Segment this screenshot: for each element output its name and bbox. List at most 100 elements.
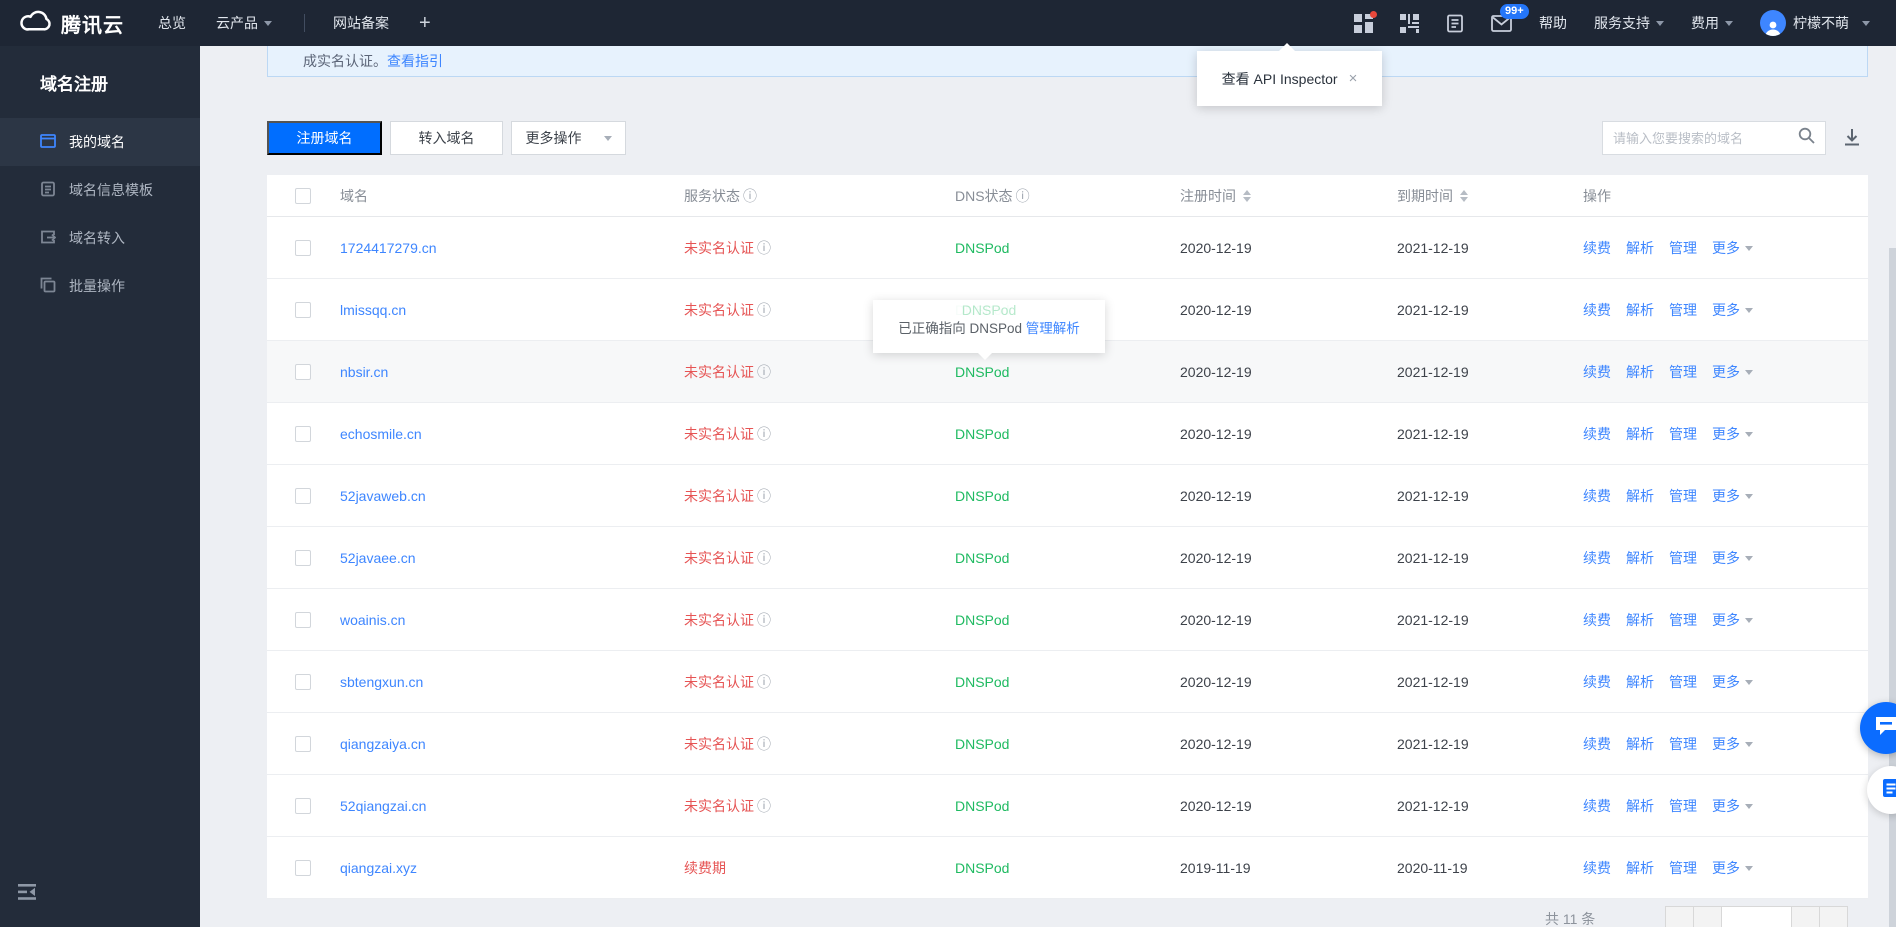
resolve-link[interactable]: 解析 — [1626, 238, 1654, 258]
document-icon[interactable] — [1446, 14, 1464, 33]
row-checkbox[interactable] — [295, 611, 311, 628]
qr-code-icon[interactable] — [1400, 13, 1419, 33]
info-icon[interactable]: ⓘ — [757, 362, 771, 382]
row-checkbox[interactable] — [295, 673, 311, 690]
more-dropdown[interactable]: 更多 — [1712, 362, 1753, 382]
col-expires[interactable]: 到期时间 — [1397, 175, 1468, 216]
more-dropdown[interactable]: 更多 — [1712, 238, 1753, 258]
info-icon[interactable]: ⓘ — [743, 186, 757, 206]
more-dropdown[interactable]: 更多 — [1712, 858, 1753, 878]
register-domain-button[interactable]: 注册域名 — [267, 121, 382, 155]
manage-link[interactable]: 管理 — [1669, 424, 1697, 444]
domain-link[interactable]: sbtengxun.cn — [340, 674, 423, 690]
nav-overview[interactable]: 总览 — [158, 13, 186, 33]
manage-link[interactable]: 管理 — [1669, 238, 1697, 258]
row-checkbox[interactable] — [295, 549, 311, 566]
domain-link[interactable]: 1724417279.cn — [340, 240, 437, 256]
domain-link[interactable]: nbsir.cn — [340, 364, 388, 380]
more-dropdown[interactable]: 更多 — [1712, 610, 1753, 630]
manage-link[interactable]: 管理 — [1669, 672, 1697, 692]
manage-dns-link[interactable]: 管理解析 — [1026, 321, 1080, 336]
sidebar-item-my-domains[interactable]: 我的域名 — [0, 118, 200, 166]
resolve-link[interactable]: 解析 — [1626, 548, 1654, 568]
transfer-domain-button[interactable]: 转入域名 — [390, 121, 503, 155]
renew-link[interactable]: 续费 — [1583, 734, 1611, 754]
info-icon[interactable]: ⓘ — [757, 238, 771, 258]
close-icon[interactable]: × — [1349, 70, 1358, 87]
more-dropdown[interactable]: 更多 — [1712, 734, 1753, 754]
renew-link[interactable]: 续费 — [1583, 796, 1611, 816]
row-checkbox[interactable] — [295, 239, 311, 256]
manage-link[interactable]: 管理 — [1669, 548, 1697, 568]
last-page-button[interactable] — [1819, 906, 1848, 927]
manage-link[interactable]: 管理 — [1669, 486, 1697, 506]
domain-link[interactable]: 52qiangzai.cn — [340, 798, 426, 814]
renew-link[interactable]: 续费 — [1583, 424, 1611, 444]
row-checkbox[interactable] — [295, 487, 311, 504]
nav-help[interactable]: 帮助 — [1539, 13, 1567, 33]
domain-link[interactable]: qiangzaiya.cn — [340, 736, 426, 752]
nav-billing[interactable]: 费用 — [1691, 13, 1733, 33]
info-icon[interactable]: ⓘ — [757, 548, 771, 568]
add-tab-button[interactable]: + — [419, 12, 431, 35]
renew-link[interactable]: 续费 — [1583, 238, 1611, 258]
row-checkbox[interactable] — [295, 859, 311, 876]
row-checkbox[interactable] — [295, 735, 311, 752]
doc-helper-button[interactable] — [1867, 766, 1896, 814]
manage-link[interactable]: 管理 — [1669, 734, 1697, 754]
resolve-link[interactable]: 解析 — [1626, 362, 1654, 382]
sort-icon[interactable] — [1243, 189, 1251, 202]
info-icon[interactable]: ⓘ — [757, 672, 771, 692]
resolve-link[interactable]: 解析 — [1626, 858, 1654, 878]
first-page-button[interactable] — [1665, 906, 1694, 927]
info-icon[interactable]: ⓘ — [757, 734, 771, 754]
domain-link[interactable]: 52javaweb.cn — [340, 488, 426, 504]
user-menu[interactable]: 柠檬不萌 — [1760, 10, 1870, 36]
info-icon[interactable]: ⓘ — [757, 486, 771, 506]
nav-icp-filing[interactable]: 网站备案 — [333, 13, 389, 33]
domain-link[interactable]: echosmile.cn — [340, 426, 422, 442]
col-registered[interactable]: 注册时间 — [1180, 175, 1251, 216]
more-dropdown[interactable]: 更多 — [1712, 548, 1753, 568]
select-all-checkbox[interactable] — [295, 187, 311, 204]
vertical-scrollbar[interactable] — [1889, 248, 1896, 927]
row-checkbox[interactable] — [295, 425, 311, 442]
sidebar-item-batch-operations[interactable]: 批量操作 — [0, 262, 200, 310]
renew-link[interactable]: 续费 — [1583, 486, 1611, 506]
info-icon[interactable]: ⓘ — [757, 300, 771, 320]
renew-link[interactable]: 续费 — [1583, 610, 1611, 630]
row-checkbox[interactable] — [295, 301, 311, 318]
resolve-link[interactable]: 解析 — [1626, 610, 1654, 630]
renew-link[interactable]: 续费 — [1583, 548, 1611, 568]
api-inspector-icon[interactable] — [1354, 10, 1377, 33]
more-dropdown[interactable]: 更多 — [1712, 672, 1753, 692]
info-icon[interactable]: ⓘ — [757, 610, 771, 630]
more-dropdown[interactable]: 更多 — [1712, 796, 1753, 816]
domain-link[interactable]: qiangzai.xyz — [340, 860, 417, 876]
more-actions-button[interactable]: 更多操作 — [511, 121, 626, 155]
domain-link[interactable]: lmissqq.cn — [340, 302, 406, 318]
next-page-button[interactable] — [1791, 906, 1820, 927]
manage-link[interactable]: 管理 — [1669, 858, 1697, 878]
search-input[interactable] — [1613, 130, 1790, 146]
info-icon[interactable]: ⓘ — [757, 424, 771, 444]
nav-support[interactable]: 服务支持 — [1594, 13, 1664, 33]
resolve-link[interactable]: 解析 — [1626, 486, 1654, 506]
manage-link[interactable]: 管理 — [1669, 362, 1697, 382]
resolve-link[interactable]: 解析 — [1626, 424, 1654, 444]
renew-link[interactable]: 续费 — [1583, 858, 1611, 878]
info-icon[interactable]: ⓘ — [757, 796, 771, 816]
sidebar-item-domain-transfer-in[interactable]: 域名转入 — [0, 214, 200, 262]
more-dropdown[interactable]: 更多 — [1712, 486, 1753, 506]
sidebar-collapse-button[interactable] — [18, 884, 38, 905]
message-icon[interactable]: 99+ — [1491, 3, 1529, 32]
row-checkbox[interactable] — [295, 363, 311, 380]
search-icon[interactable] — [1798, 127, 1815, 149]
renew-link[interactable]: 续费 — [1583, 672, 1611, 692]
domain-link[interactable]: woainis.cn — [340, 612, 405, 628]
nav-cloud-products[interactable]: 云产品 — [216, 13, 272, 33]
resolve-link[interactable]: 解析 — [1626, 734, 1654, 754]
manage-link[interactable]: 管理 — [1669, 300, 1697, 320]
sidebar-item-domain-templates[interactable]: 域名信息模板 — [0, 166, 200, 214]
tencent-cloud-logo[interactable]: 腾讯云 — [0, 9, 158, 38]
